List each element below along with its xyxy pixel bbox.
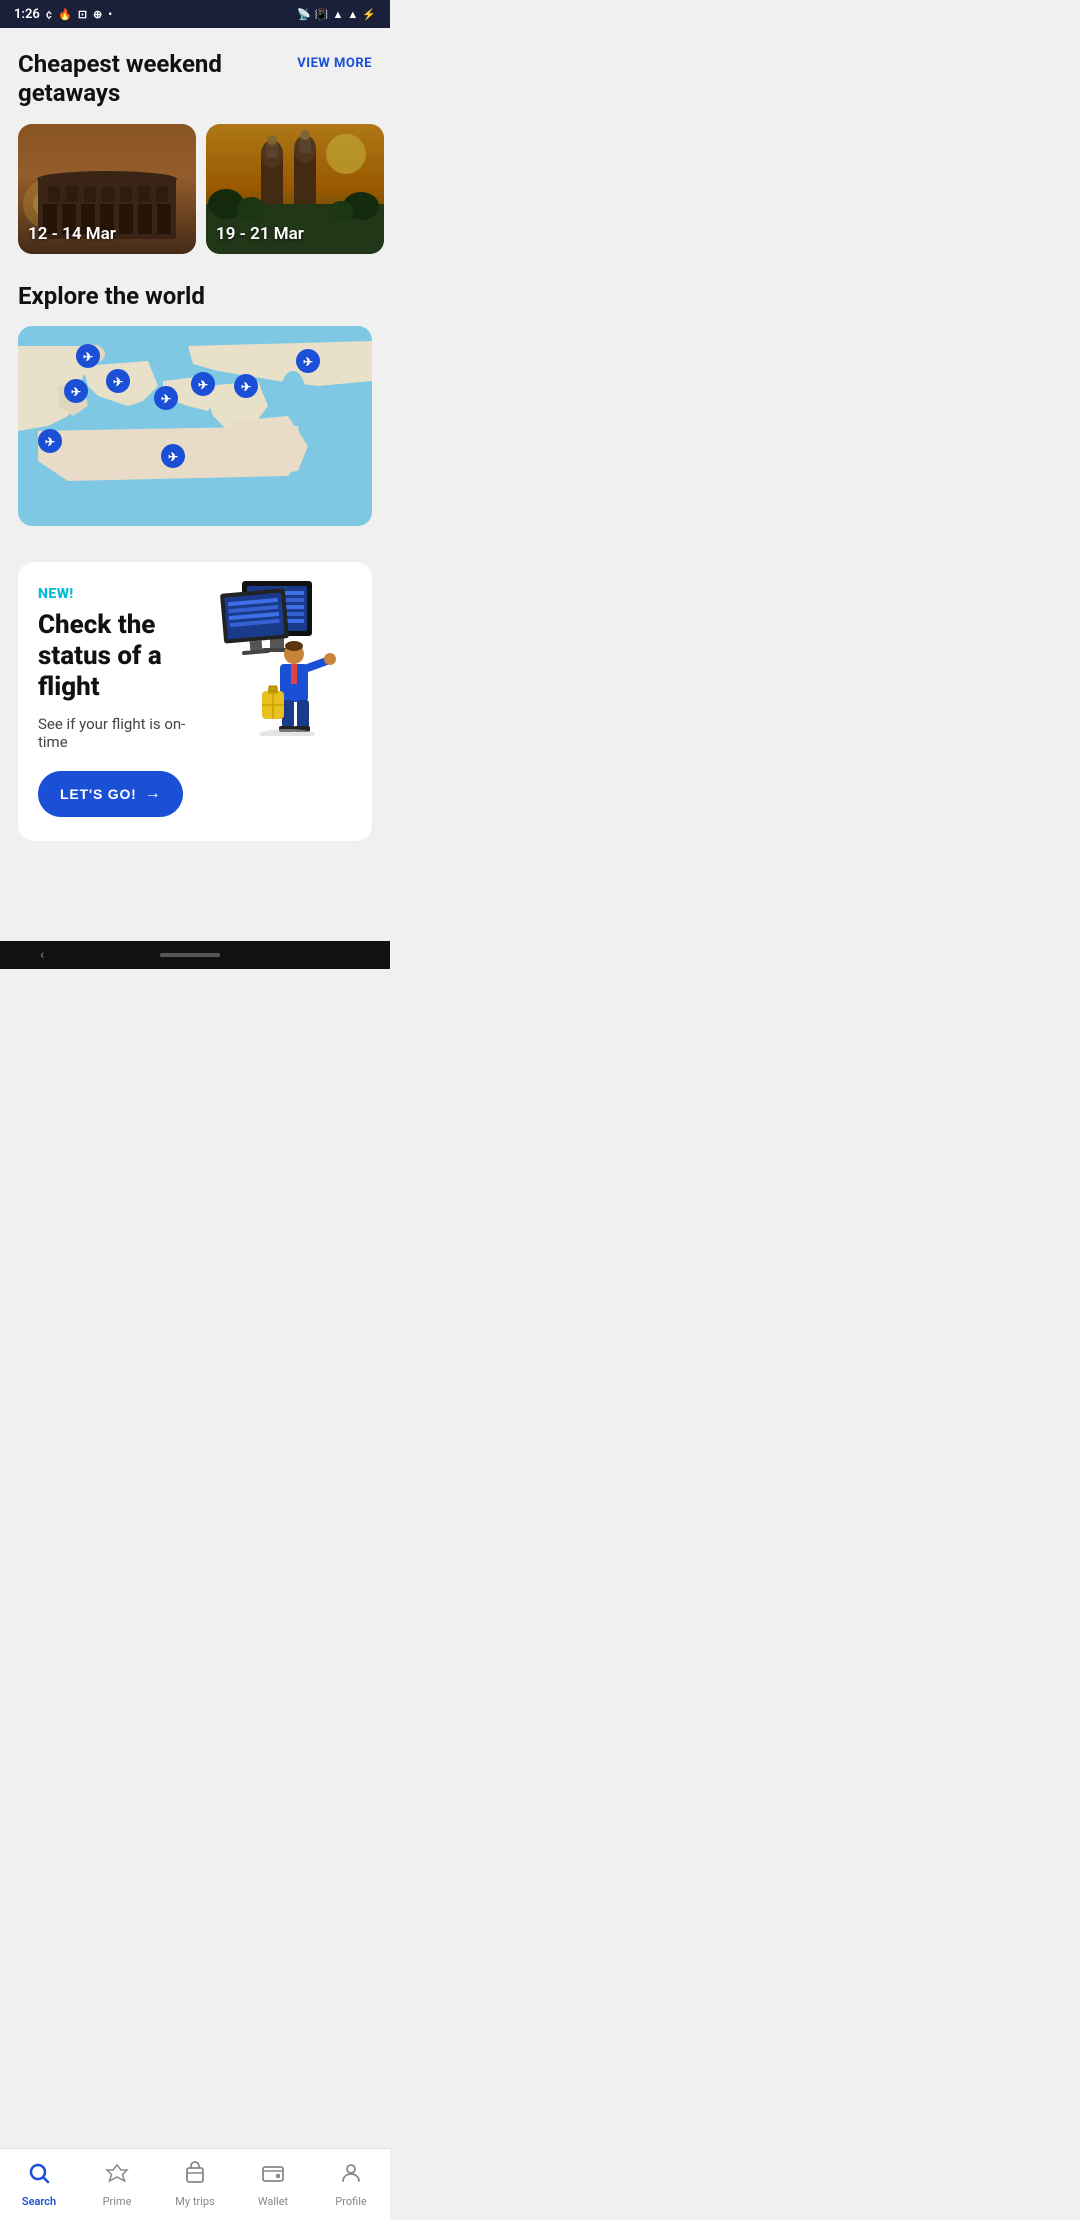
- svg-text:✈: ✈: [71, 385, 81, 399]
- status-time: 1:26: [14, 7, 40, 22]
- dot-icon: •: [108, 8, 112, 21]
- svg-text:✈: ✈: [241, 380, 251, 394]
- flight-status-desc: See if your flight is on-time: [38, 715, 202, 751]
- flight-status-section: NEW! Check the status of a flight See if…: [18, 562, 372, 842]
- search-nav-label: Search: [22, 2195, 56, 2208]
- wallet-nav-icon: [261, 2161, 285, 2191]
- flight-status-content: NEW! Check the status of a flight See if…: [38, 586, 202, 818]
- gesture-bar: ‹: [0, 941, 390, 969]
- barcelona-date: 19 - 21 Mar: [216, 224, 304, 244]
- svg-text:✈: ✈: [83, 350, 93, 364]
- flight-status-title: Check the status of a flight: [38, 610, 202, 704]
- gesture-pill[interactable]: [160, 953, 220, 957]
- explore-section: Explore the world: [0, 254, 390, 542]
- coin-icon: ¢: [46, 8, 52, 21]
- back-chevron-icon[interactable]: ‹: [40, 947, 44, 963]
- fire-icon: 🔥: [58, 8, 72, 21]
- status-bar: 1:26 ¢ 🔥 ⊡ ⊕ • 📡 📳 ▲ ▲ ⚡: [0, 0, 390, 28]
- flight-status-svg: [212, 576, 342, 736]
- getaways-title: Cheapest weekend getaways: [18, 50, 287, 108]
- svg-text:✈: ✈: [113, 375, 123, 389]
- vibrate-icon: 📳: [315, 8, 329, 21]
- rome-date: 12 - 14 Mar: [28, 224, 116, 244]
- calendar-icon: ⊡: [78, 8, 87, 21]
- prime-nav-label: Prime: [103, 2195, 132, 2208]
- world-map[interactable]: ✈ ✈ ✈ ✈ ✈ ✈ ✈: [18, 326, 372, 526]
- lets-go-button[interactable]: LET'S GO! →: [38, 771, 183, 817]
- cast-icon: 📡: [297, 8, 311, 21]
- explore-title: Explore the world: [18, 282, 372, 310]
- wallet-nav-label: Wallet: [258, 2195, 288, 2208]
- view-more-link[interactable]: VIEW MORE: [297, 56, 372, 71]
- svg-text:✈: ✈: [45, 435, 55, 449]
- flight-illustration: [212, 576, 352, 740]
- new-badge: NEW!: [38, 586, 202, 602]
- lets-go-label: LET'S GO!: [60, 786, 137, 802]
- nav-wallet[interactable]: Wallet: [234, 2149, 312, 2220]
- bottom-nav: Search Prime My trips W: [0, 2148, 390, 2220]
- arrow-icon: →: [145, 785, 162, 803]
- svg-text:✈: ✈: [303, 355, 313, 369]
- battery-icon: ⚡: [362, 8, 376, 21]
- svg-text:✈: ✈: [161, 392, 171, 406]
- wifi-icon: ▲: [333, 8, 344, 21]
- nav-prime[interactable]: Prime: [78, 2149, 156, 2220]
- destination-cards-row: 12 - 14 Mar: [0, 124, 390, 254]
- status-right: 📡 📳 ▲ ▲ ⚡: [297, 8, 376, 21]
- mytrips-nav-label: My trips: [175, 2195, 214, 2208]
- profile-nav-label: Profile: [335, 2195, 366, 2208]
- svg-text:✈: ✈: [198, 378, 208, 392]
- status-left: 1:26 ¢ 🔥 ⊡ ⊕ •: [14, 7, 112, 22]
- getaways-header: Cheapest weekend getaways VIEW MORE: [0, 28, 390, 124]
- mytrips-nav-icon: [183, 2161, 207, 2191]
- prime-nav-icon: [105, 2161, 129, 2191]
- barcelona-card[interactable]: 19 - 21 Mar: [206, 124, 384, 254]
- svg-text:✈: ✈: [168, 450, 178, 464]
- rome-card[interactable]: 12 - 14 Mar: [18, 124, 196, 254]
- scroll-area: Cheapest weekend getaways VIEW MORE: [0, 28, 390, 941]
- nav-profile[interactable]: Profile: [312, 2149, 390, 2220]
- search-nav-icon: [27, 2161, 51, 2191]
- nav-mytrips[interactable]: My trips: [156, 2149, 234, 2220]
- location-icon: ⊕: [93, 8, 102, 21]
- signal-icon: ▲: [347, 8, 358, 21]
- nav-search[interactable]: Search: [0, 2149, 78, 2220]
- profile-nav-icon: [339, 2161, 363, 2191]
- map-svg: ✈ ✈ ✈ ✈ ✈ ✈ ✈: [18, 326, 372, 526]
